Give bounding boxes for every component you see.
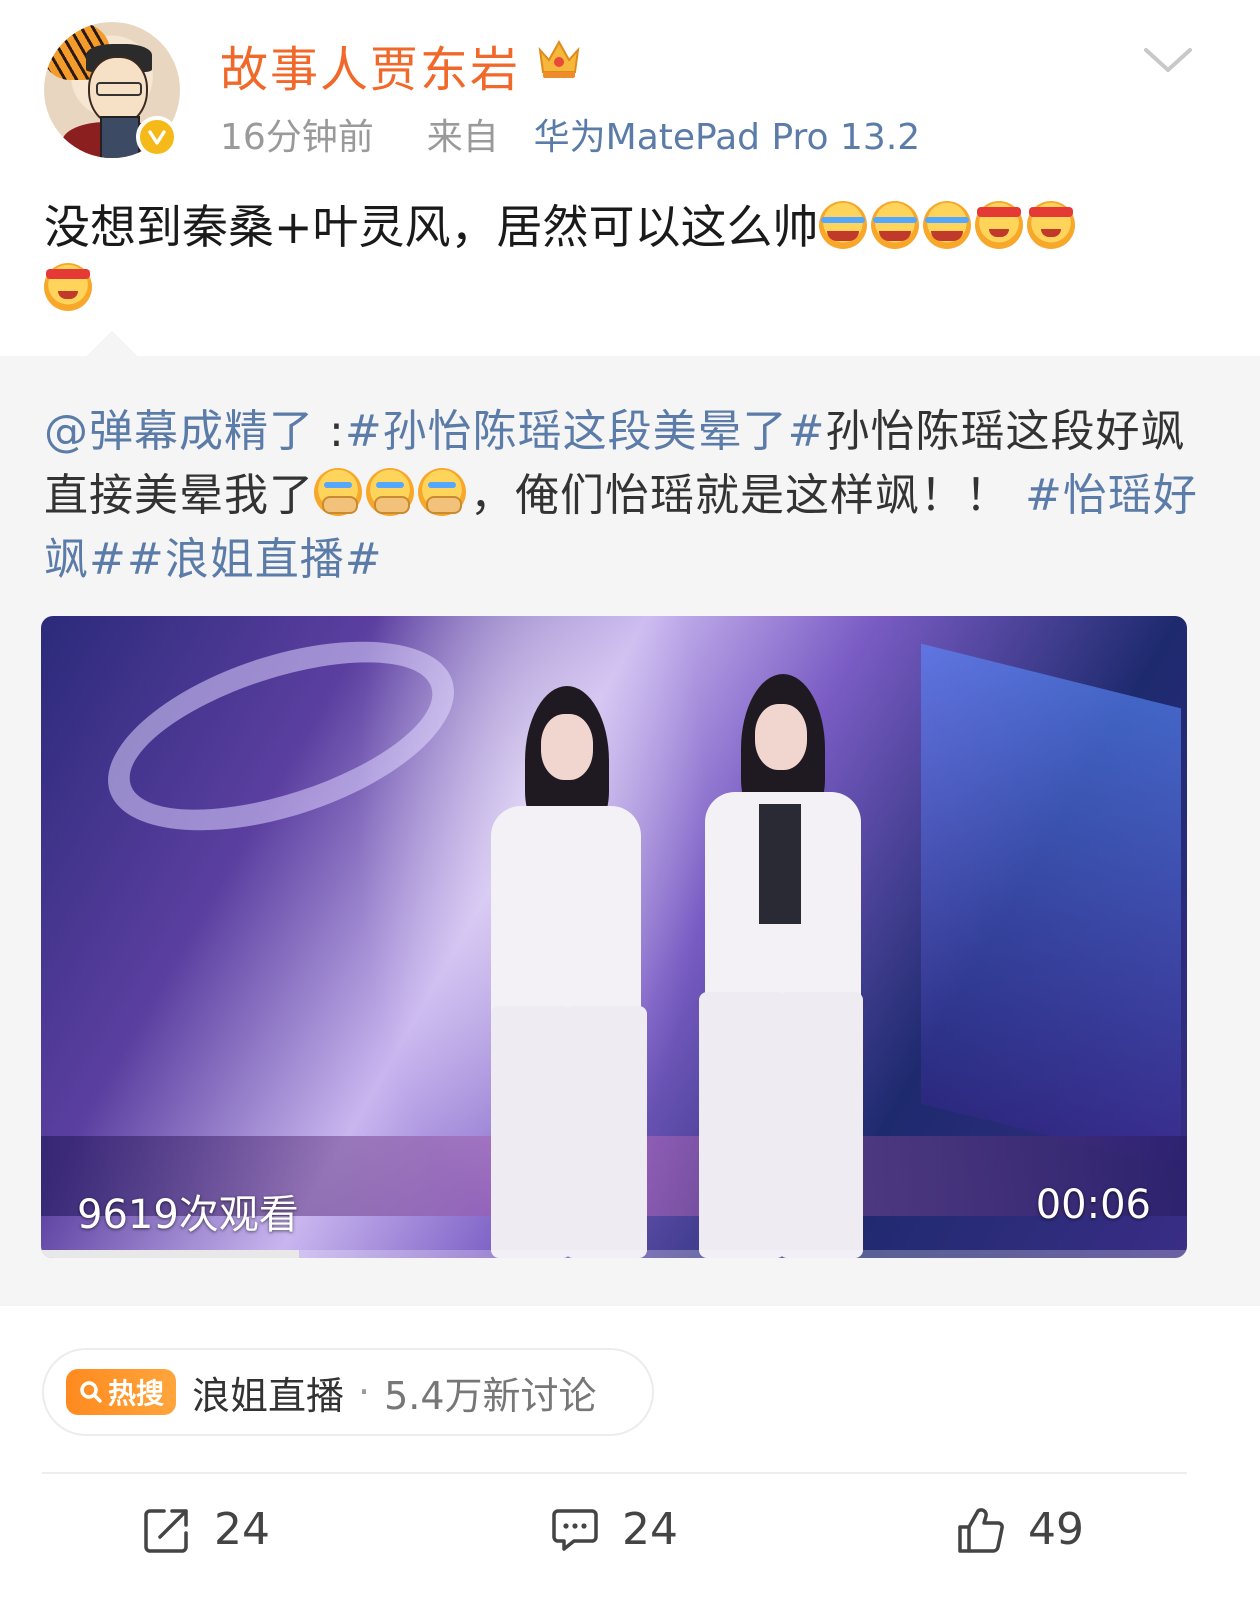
post-text: 没想到秦桑+叶灵风，居然可以这么帅 — [44, 196, 1224, 320]
repost-count: 24 — [214, 1504, 270, 1555]
verified-badge-icon — [136, 116, 178, 158]
hot-search-badge-label: 热搜 — [108, 1377, 165, 1410]
video-duration: 00:06 — [1035, 1182, 1151, 1228]
sob-emoji-icon — [418, 468, 466, 516]
username[interactable]: 故事人贾东岩 — [220, 30, 520, 100]
comment-count: 24 — [622, 1504, 678, 1555]
sob-emoji-icon — [314, 468, 362, 516]
hot-search-badge: 热搜 — [66, 1369, 177, 1415]
chevron-down-icon[interactable] — [1142, 44, 1194, 76]
actions-divider — [42, 1472, 1187, 1474]
headband-smile-emoji-icon — [44, 263, 92, 311]
repost-text: @弹幕成精了 :#孙怡陈瑶这段美晕了#孙怡陈瑶这段好飒直接美晕我了 ，俺们怡瑶就是… — [44, 400, 1224, 592]
post-time: 16分钟前 — [220, 117, 374, 158]
repost-icon — [144, 1508, 188, 1553]
repost-notch — [86, 330, 138, 382]
sob-emoji-icon — [366, 468, 414, 516]
repost-button[interactable]: 24 — [142, 1504, 270, 1555]
post-meta: 16分钟前 来自 华为MatePad Pro 13.2 — [220, 108, 920, 160]
video-performer-left — [461, 686, 661, 1258]
cry-laugh-emoji-icon — [818, 201, 867, 249]
comment-button[interactable]: 24 — [550, 1504, 678, 1555]
hashtag-link[interactable]: #孙怡陈瑶这段美晕了# — [345, 406, 826, 457]
video-performer-right — [681, 674, 881, 1258]
hashtag-link[interactable]: #浪姐直播# — [127, 534, 383, 585]
hot-search-discussion: 5.4万新讨论 — [384, 1373, 597, 1418]
avatar-book — [100, 116, 140, 158]
thumbs-up-icon — [958, 1507, 1004, 1553]
search-icon — [80, 1381, 102, 1403]
video-view-count: 9619次观看 — [77, 1192, 299, 1238]
mention-link[interactable]: @弹幕成精了 — [44, 406, 314, 457]
hot-search-chip[interactable]: 热搜 浪姐直播 · 5.4万新讨论 — [42, 1348, 654, 1436]
hot-search-separator: · — [358, 1370, 371, 1414]
repost-card[interactable]: @弹幕成精了 :#孙怡陈瑶这段美晕了#孙怡陈瑶这段好飒直接美晕我了 ，俺们怡瑶就是… — [0, 330, 1260, 1306]
hot-search-topic: 浪姐直播 — [192, 1373, 345, 1418]
source-prefix: 来自 — [426, 117, 499, 158]
source-device[interactable]: 华为MatePad Pro 13.2 — [534, 117, 921, 158]
post-body: 没想到秦桑+叶灵风，居然可以这么帅 — [44, 200, 819, 254]
avatar-glasses — [96, 82, 142, 96]
cry-laugh-emoji-icon — [922, 201, 971, 249]
video-progress-bar[interactable] — [41, 1250, 1187, 1258]
comment-icon — [552, 1508, 598, 1551]
cry-laugh-emoji-icon — [870, 201, 919, 249]
video-stage-light — [921, 643, 1181, 1169]
headband-smile-emoji-icon — [1026, 201, 1075, 249]
repost-colon: : — [314, 406, 345, 457]
repost-text-2: ，俺们怡瑶就是这样飒！！ — [470, 470, 1010, 521]
crown-icon — [538, 39, 580, 78]
post-header: 故事人贾东岩 16分钟前 来自 华为MatePad Pro 13.2 — [0, 0, 1260, 190]
action-bar: 24 24 49 — [0, 1496, 1260, 1576]
video-player[interactable]: 9619次观看 00:06 — [41, 616, 1187, 1258]
like-button[interactable]: 49 — [956, 1504, 1084, 1555]
video-progress-fill — [41, 1250, 299, 1258]
like-count: 49 — [1028, 1504, 1084, 1555]
headband-smile-emoji-icon — [974, 201, 1023, 249]
